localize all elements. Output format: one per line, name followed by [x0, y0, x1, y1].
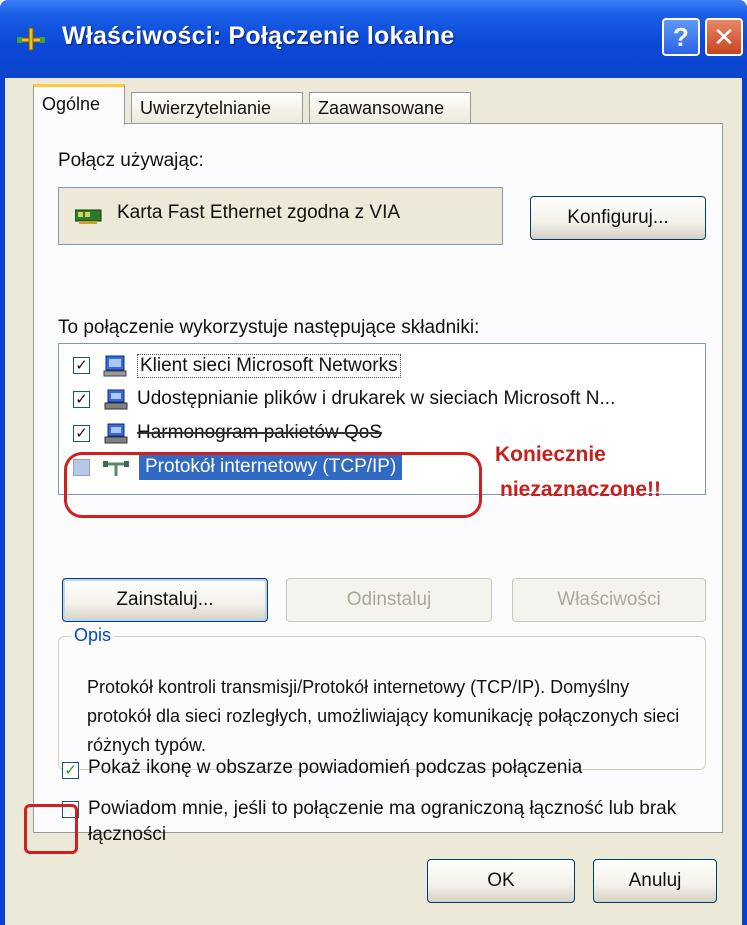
network-client-icon — [103, 355, 127, 377]
connect-using-label: Połącz używając: — [58, 150, 204, 171]
configure-button[interactable]: Konfiguruj... — [530, 196, 706, 240]
description-text: Protokół kontroli transmisji/Protokół in… — [87, 677, 680, 755]
uninstall-button[interactable]: Odinstaluj — [286, 578, 492, 622]
description-legend: Opis — [71, 625, 115, 646]
network-card-icon — [75, 209, 102, 224]
tab-general[interactable]: Ogólne — [33, 84, 125, 125]
component-label: Harmonogram pakietów QoS — [137, 422, 382, 443]
show-icon-label: Pokaż ikonę w obszarze powiadomień podcz… — [88, 757, 583, 778]
tab-advanced[interactable]: Zaawansowane — [309, 92, 471, 124]
component-checkbox[interactable]: ✓ — [73, 391, 90, 408]
component-label: Udostępnianie plików i drukarek w siecia… — [137, 388, 616, 409]
annotation-line-1: Koniecznie — [495, 443, 606, 466]
tab-authentication[interactable]: Uwierzytelnianie — [131, 92, 303, 124]
component-checkbox[interactable]: ✓ — [73, 357, 90, 374]
notify-option[interactable]: Powiadom mnie, jeśli to połączenie ma og… — [62, 796, 702, 856]
close-button[interactable]: ✕ — [705, 18, 743, 56]
install-button[interactable]: Zainstaluj... — [62, 578, 268, 622]
help-button[interactable]: ? — [662, 18, 700, 56]
show-icon-checkbox[interactable]: ✓ — [62, 762, 79, 779]
properties-button[interactable]: Właściwości — [512, 578, 706, 622]
dialog-client-area: Ogólne Uwierzytelnianie Zaawansowane Poł… — [5, 78, 742, 925]
cancel-button[interactable]: Anuluj — [593, 859, 717, 903]
ok-button[interactable]: OK — [427, 859, 575, 903]
window-title: Właściwości: Połączenie lokalne — [62, 22, 455, 50]
highlight-square — [24, 804, 78, 854]
component-checkbox[interactable]: ✓ — [73, 425, 90, 442]
network-service-icon — [104, 389, 128, 410]
network-connection-icon — [17, 27, 45, 51]
general-tab-panel: Połącz używając: Karta Fast Ethernet zgo… — [24, 123, 723, 854]
highlight-oval — [64, 452, 482, 518]
network-service-icon — [104, 423, 128, 444]
annotation-line-2: niezaznaczone!! — [500, 478, 662, 501]
properties-dialog: Właściwości: Połączenie lokalne ? ✕ Ogól… — [0, 0, 747, 925]
adapter-field: Karta Fast Ethernet zgodna z VIA — [58, 187, 503, 245]
component-label: Klient sieci Microsoft Networks — [137, 354, 401, 378]
description-group: Opis Protokół kontroli transmisji/Protok… — [58, 625, 706, 770]
list-item[interactable]: ✓ Udostępnianie plików i drukarek w siec… — [59, 382, 699, 418]
title-bar[interactable]: Właściwości: Połączenie lokalne ? ✕ — [0, 0, 747, 78]
adapter-name: Karta Fast Ethernet zgodna z VIA — [117, 202, 401, 223]
list-item[interactable]: ✓ Klient sieci Microsoft Networks — [59, 348, 699, 384]
components-label: To połączenie wykorzystuje następujące s… — [58, 317, 480, 338]
notify-label: Powiadom mnie, jeśli to połączenie ma og… — [88, 798, 677, 845]
